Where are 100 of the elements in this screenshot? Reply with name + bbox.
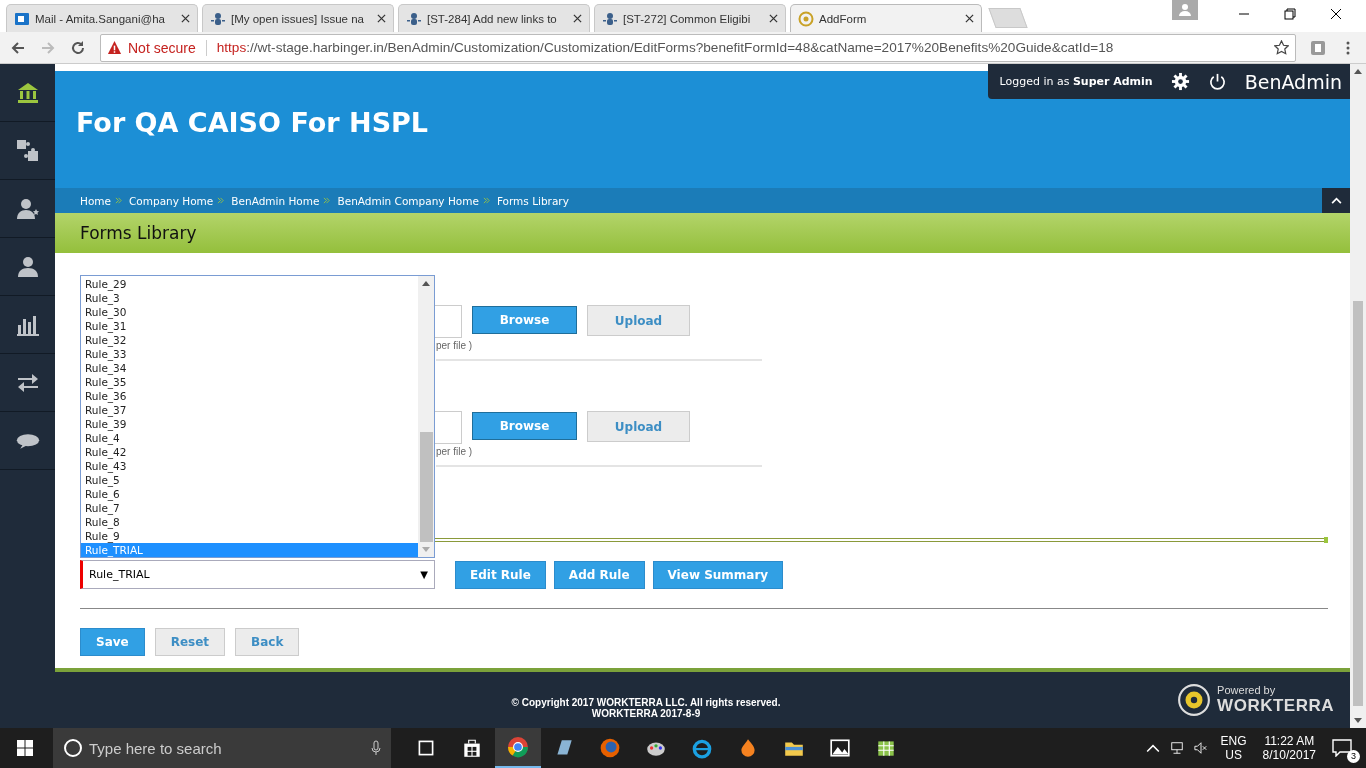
copyright-text: © Copyright 2017 WORKTERRA LLC. All rights reserved. <box>511 697 781 708</box>
version-text: WORKTERRA 2017-8-9 <box>591 708 701 719</box>
bug-icon <box>210 10 226 27</box>
rule-option[interactable]: Rule_5 <box>81 473 418 487</box>
puzzle-icon <box>15 138 40 163</box>
rule-option[interactable]: Rule_29 <box>81 277 418 291</box>
rule-option[interactable]: Rule_33 <box>81 347 418 361</box>
scroll-down-icon <box>1354 718 1362 723</box>
caret-up-icon <box>1330 197 1342 204</box>
close-icon[interactable] <box>181 14 190 23</box>
close-icon[interactable] <box>377 14 386 23</box>
back-arrow-icon[interactable] <box>10 39 26 56</box>
rule-option[interactable]: Rule_8 <box>81 515 418 529</box>
rule-option[interactable]: Rule_4 <box>81 431 418 445</box>
warning-icon <box>107 40 122 55</box>
rule-option[interactable]: Rule_34 <box>81 361 418 375</box>
chevron-icon <box>115 197 122 204</box>
chevron-icon <box>217 197 225 204</box>
footer-brand: WORKTERRA <box>1217 696 1334 716</box>
rule-option[interactable]: Rule_9 <box>81 529 418 543</box>
microphone-icon <box>371 740 381 756</box>
breadcrumb-link[interactable]: BenAdmin Company Home <box>337 194 479 207</box>
browser-tab[interactable]: Mail - Amita.Sangani@ha <box>6 4 198 32</box>
company-title: For QA CAISO For HSPL <box>76 107 429 138</box>
chevron-icon <box>323 197 331 204</box>
rule-option[interactable]: Rule_30 <box>81 305 418 319</box>
star-icon[interactable] <box>1274 40 1289 55</box>
breadcrumb-link[interactable]: Home <box>80 194 111 207</box>
extension-icon[interactable] <box>1310 39 1326 56</box>
notification-icon[interactable] <box>1332 739 1352 757</box>
breadcrumb-link[interactable]: Forms Library <box>496 194 569 207</box>
rule-option[interactable]: Rule_37 <box>81 403 418 417</box>
tab-title: [My open issues] Issue na <box>231 12 365 25</box>
close-icon[interactable] <box>1330 8 1342 20</box>
globe-icon <box>798 10 814 27</box>
notification-count: 3 <box>1347 750 1360 763</box>
bug-icon <box>406 10 422 27</box>
tab-title: [ST-284] Add new links to <box>427 12 558 25</box>
rule-option[interactable]: Rule_39 <box>81 417 418 431</box>
rule-option[interactable]: Rule_7 <box>81 501 418 515</box>
breadcrumb-link[interactable]: BenAdmin Home <box>231 194 320 207</box>
chevron-icon <box>482 197 490 204</box>
user-icon <box>15 254 40 279</box>
page-title: Forms Library <box>80 223 197 243</box>
breadcrumb-link[interactable]: Company Home <box>129 194 214 207</box>
rule-option[interactable]: Rule_3 <box>81 291 418 305</box>
app-brand: BenAdmin <box>1244 70 1342 93</box>
photos-icon[interactable] <box>829 737 851 759</box>
language-indicator[interactable]: ENG US <box>1220 734 1247 762</box>
speaker-muted-icon[interactable] <box>1193 741 1208 755</box>
rule-option[interactable]: Rule_43 <box>81 459 418 473</box>
powered-by-label: Powered by <box>1217 684 1277 696</box>
page-scrollbar[interactable] <box>1350 64 1366 728</box>
file-size-hint: per file ) <box>436 340 474 351</box>
tab-title: Mail - Amita.Sangani@ha <box>35 12 166 25</box>
user-star-icon <box>15 196 40 221</box>
rule-option[interactable]: Rule_35 <box>81 375 418 389</box>
target-logo-icon <box>1177 683 1212 717</box>
close-icon[interactable] <box>573 14 582 23</box>
network-icon[interactable] <box>1169 741 1184 755</box>
store-bag-icon[interactable] <box>461 737 483 759</box>
close-icon[interactable] <box>769 14 778 23</box>
mail-icon <box>14 10 30 27</box>
rule-option[interactable]: Rule_36 <box>81 389 418 403</box>
rule-option[interactable]: Rule_6 <box>81 487 418 501</box>
settings-icon[interactable] <box>1170 72 1190 91</box>
home-icon <box>15 80 40 105</box>
collapse-button[interactable] <box>1322 188 1350 213</box>
login-status: Logged in as Super Admin <box>999 75 1153 88</box>
address-bar[interactable]: Not secure https://wt-stage.harbinger.in/BenAdmin/Customization/Customization/EditForms?benefitFormId=48&catName=2017%20Benefits%20Guide&catId=18 <box>100 33 1296 62</box>
taskbar-search-field[interactable]: Type here to search <box>53 728 391 768</box>
scroll-up-icon <box>1354 69 1362 74</box>
scroll-up-icon <box>422 281 430 286</box>
browser-tab[interactable]: [ST-272] Common Eligibi <box>594 4 786 32</box>
rule-option[interactable]: Rule_31 <box>81 319 418 333</box>
clock[interactable]: 11:22 AM 8/10/2017 <box>1262 734 1316 762</box>
bug-icon <box>602 10 618 27</box>
browser-tab[interactable]: [ST-284] Add new links to <box>398 4 590 32</box>
file-input-field[interactable] <box>435 305 462 338</box>
url-text: https://wt-stage.harbinger.in/BenAdmin/Customization/Customization/EditForms?benefitFormId=48&catName=2017%20Benefits%20Guide&catId=18 <box>216 40 1115 55</box>
file-input-field[interactable] <box>435 411 462 444</box>
tab-title: AddForm <box>819 12 868 25</box>
rule-option[interactable]: Rule_32 <box>81 333 418 347</box>
round-browser-icon <box>507 736 529 758</box>
scroll-down-icon <box>422 547 430 552</box>
windows-start-icon[interactable] <box>17 740 33 756</box>
active-app-button[interactable] <box>495 728 541 768</box>
browser-tab[interactable]: [My open issues] Issue na <box>202 4 394 32</box>
tab-title: [ST-272] Common Eligibi <box>623 12 752 25</box>
rule-option[interactable]: Rule_42 <box>81 445 418 459</box>
restore-icon[interactable] <box>1284 8 1296 20</box>
close-icon[interactable] <box>965 14 974 23</box>
line-end-handle <box>1324 537 1328 543</box>
browser-tab[interactable]: AddForm <box>790 4 982 32</box>
file-size-hint: per file ) <box>436 446 474 457</box>
list-scrollbar[interactable] <box>418 276 434 557</box>
power-icon[interactable] <box>1207 72 1227 91</box>
security-label: Not secure <box>128 39 196 56</box>
circle-icon <box>63 738 83 758</box>
reload-icon[interactable] <box>70 39 86 56</box>
